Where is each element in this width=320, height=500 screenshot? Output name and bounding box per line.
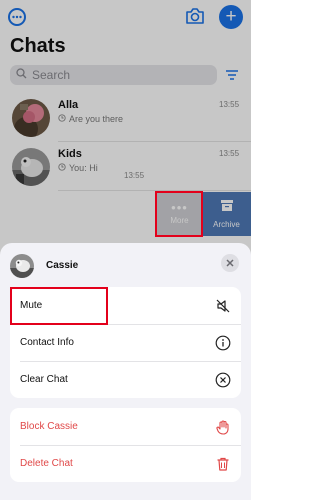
delete-chat-button[interactable]: Delete Chat [10,445,241,482]
danger-group: Block Cassie Delete Chat [10,408,241,482]
block-contact-button[interactable]: Block Cassie [10,408,241,445]
contact-info-button[interactable]: Contact Info [10,324,241,361]
highlight-box [10,287,108,325]
highlight-box [155,191,203,237]
trash-icon [214,455,231,472]
menu-item-label: Delete Chat [20,458,73,469]
avatar [10,254,34,278]
menu-item-label: Contact Info [20,337,74,348]
close-button[interactable] [221,254,239,272]
hand-block-icon [214,418,231,435]
info-icon [214,334,231,351]
close-icon [226,254,234,272]
chat-actions-sheet: Cassie Mute Contact Info Clear Chat Bloc… [0,243,251,500]
clear-chat-button[interactable]: Clear Chat [10,361,241,398]
clear-x-icon [214,371,231,388]
contact-name: Cassie [46,260,79,271]
muted-speaker-icon [214,297,231,314]
menu-item-label: Clear Chat [20,374,68,385]
menu-item-label: Block Cassie [20,421,78,432]
